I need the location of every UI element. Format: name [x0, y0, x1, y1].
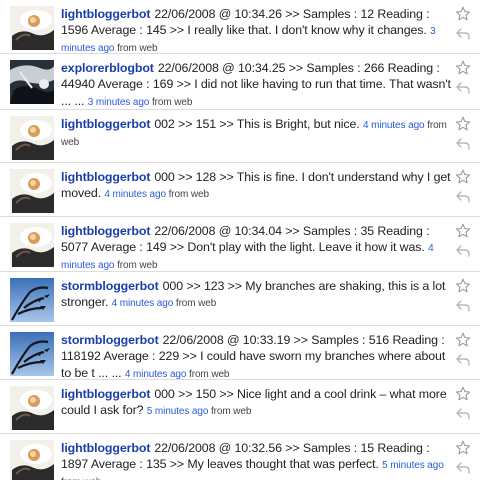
source-label: from web [117, 43, 158, 55]
reply-arrow-icon[interactable] [456, 408, 470, 420]
lamp-avatar[interactable] [10, 6, 54, 50]
favorite-star-icon[interactable] [455, 116, 471, 132]
tweet-meta: 5 minutes ago from web [147, 406, 252, 417]
tweet-item-7: stormbloggerbot 22/06/2008 @ 10:33.19 >> … [0, 326, 480, 380]
timestamp-link[interactable]: 4 minutes ago [125, 369, 187, 380]
tweet-actions [455, 332, 471, 366]
reply-arrow-icon[interactable] [456, 138, 470, 150]
reply-arrow-icon[interactable] [456, 462, 470, 474]
timestamp-link[interactable]: 5 minutes ago [382, 460, 444, 471]
tweet-item-8: lightbloggerbot 000 >> 150 >> Nice light … [0, 380, 480, 434]
tweet-actions [455, 60, 471, 94]
username-link[interactable]: lightbloggerbot [61, 117, 150, 131]
tweet-body: lightbloggerbot 22/06/2008 @ 10:34.26 >> … [61, 6, 451, 56]
tweet-item-4: lightbloggerbot 000 >> 128 >> This is fin… [0, 163, 480, 217]
tweet-body: lightbloggerbot 22/06/2008 @ 10:32.56 >> … [61, 440, 451, 480]
reply-arrow-icon[interactable] [456, 300, 470, 312]
lamp-avatar[interactable] [10, 223, 54, 267]
reply-arrow-icon[interactable] [456, 82, 470, 94]
reply-arrow-icon[interactable] [456, 245, 470, 257]
favorite-star-icon[interactable] [455, 6, 471, 22]
lamp-avatar[interactable] [10, 440, 54, 480]
tweet-actions [455, 116, 471, 150]
tweet-item-6: stormbloggerbot 000 >> 123 >> My branches… [0, 272, 480, 326]
source-label: from web [189, 368, 230, 380]
username-link[interactable]: lightbloggerbot [61, 224, 150, 238]
timestamp-link[interactable]: 3 minutes ago [88, 97, 150, 108]
source-label: from web [168, 189, 209, 201]
tweet-actions [455, 223, 471, 257]
tweet-body: lightbloggerbot 22/06/2008 @ 10:34.04 >> … [61, 223, 451, 273]
username-link[interactable]: lightbloggerbot [61, 170, 150, 184]
tweet-meta: 4 minutes ago from web [125, 369, 230, 380]
username-link[interactable]: lightbloggerbot [61, 441, 150, 455]
storm-avatar[interactable] [10, 332, 54, 376]
source-label: from web [117, 260, 158, 272]
timestamp-link[interactable]: 5 minutes ago [147, 406, 209, 417]
username-link[interactable]: stormbloggerbot [61, 279, 159, 293]
tweet-body: lightbloggerbot 002 >> 151 >> This is Bri… [61, 116, 451, 150]
tweet-item-1: lightbloggerbot 22/06/2008 @ 10:34.26 >> … [0, 0, 480, 54]
tweet-item-5: lightbloggerbot 22/06/2008 @ 10:34.04 >> … [0, 217, 480, 272]
lamp-avatar[interactable] [10, 169, 54, 213]
timestamp-link[interactable]: 4 minutes ago [104, 189, 166, 200]
tweet-body: lightbloggerbot 000 >> 150 >> Nice light … [61, 386, 451, 419]
source-label: from web [151, 96, 193, 108]
favorite-star-icon[interactable] [455, 386, 471, 402]
favorite-star-icon[interactable] [455, 278, 471, 294]
tweet-body: lightbloggerbot 000 >> 128 >> This is fin… [61, 169, 451, 202]
tweet-body: stormbloggerbot 22/06/2008 @ 10:33.19 >> … [61, 332, 451, 382]
tweet-body: explorerblogbot 22/06/2008 @ 10:34.25 >> … [61, 60, 451, 110]
tweet-actions [455, 278, 471, 312]
source-label: from web [175, 298, 217, 310]
username-link[interactable]: explorerblogbot [61, 61, 154, 75]
reply-arrow-icon[interactable] [456, 28, 470, 40]
favorite-star-icon[interactable] [455, 60, 471, 76]
timestamp-link[interactable]: 4 minutes ago [363, 120, 425, 131]
tweet-item-3: lightbloggerbot 002 >> 151 >> This is Bri… [0, 110, 480, 163]
explorer-avatar[interactable] [10, 60, 54, 104]
tweet-actions [455, 6, 471, 40]
tweet-item-2: explorerblogbot 22/06/2008 @ 10:34.25 >> … [0, 54, 480, 110]
reply-arrow-icon[interactable] [456, 191, 470, 203]
tweet-feed: lightbloggerbot 22/06/2008 @ 10:34.26 >> … [0, 0, 480, 480]
tweet-actions [455, 386, 471, 420]
favorite-star-icon[interactable] [455, 169, 471, 185]
lamp-avatar[interactable] [10, 116, 54, 160]
tweet-meta: 3 minutes ago from web [88, 97, 193, 108]
timestamp-link[interactable]: 4 minutes ago [112, 298, 174, 309]
tweet-meta: 4 minutes ago from web [104, 189, 209, 200]
tweet-actions [455, 169, 471, 203]
tweet-item-9: lightbloggerbot 22/06/2008 @ 10:32.56 >> … [0, 434, 480, 480]
reply-arrow-icon[interactable] [456, 354, 470, 366]
favorite-star-icon[interactable] [455, 223, 471, 239]
tweet-actions [455, 440, 471, 474]
source-label: from web [211, 406, 252, 418]
lamp-avatar[interactable] [10, 386, 54, 430]
tweet-meta: 4 minutes ago from web [112, 298, 217, 309]
storm-avatar[interactable] [10, 278, 54, 322]
tweet-body: stormbloggerbot 000 >> 123 >> My branches… [61, 278, 451, 311]
tweet-text: 002 >> 151 >> This is Bright, but nice. [154, 117, 360, 131]
username-link[interactable]: stormbloggerbot [61, 333, 159, 347]
favorite-star-icon[interactable] [455, 332, 471, 348]
favorite-star-icon[interactable] [455, 440, 471, 456]
username-link[interactable]: lightbloggerbot [61, 387, 150, 401]
username-link[interactable]: lightbloggerbot [61, 7, 150, 21]
